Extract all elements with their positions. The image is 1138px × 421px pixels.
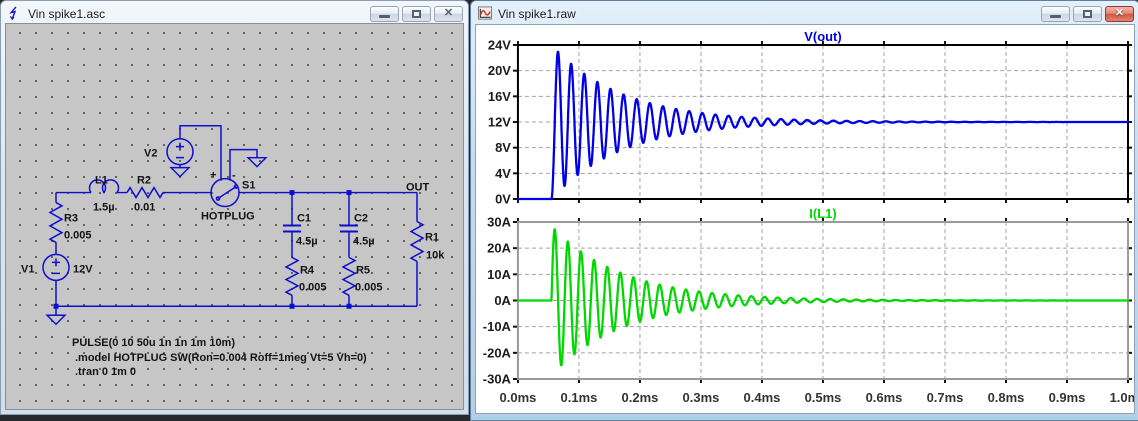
- spice-directive-tran[interactable]: .tran 0 1m 0: [75, 366, 136, 378]
- close-button[interactable]: ✕: [1105, 6, 1134, 22]
- y-tick-label: 30A: [487, 214, 511, 229]
- x-tick-label: 0.6ms: [866, 390, 903, 405]
- ltspice-schematic-icon: [7, 6, 23, 21]
- switch-minus-mark: -: [232, 170, 236, 182]
- ground-icon[interactable]: [47, 315, 65, 324]
- maximize-icon: [412, 10, 421, 18]
- x-tick-label: 1.0ms: [1110, 390, 1134, 405]
- schematic-window: Vin spike1.asc ✕: [0, 0, 469, 415]
- label-V1-ref: V1: [21, 263, 34, 275]
- y-tick-label: -10A: [483, 319, 512, 334]
- spice-directive-pulse[interactable]: PULSE(0 10 50u 1n 1n 1m 10m): [72, 337, 235, 349]
- y-tick-label: 4V: [495, 166, 511, 181]
- x-tick-label: 0.9ms: [1049, 390, 1086, 405]
- spice-directive-model[interactable]: .model HOTPLUG SW(Ron=0.004 Roff=1meg Vt…: [75, 352, 367, 364]
- y-tick-label: -30A: [483, 371, 512, 386]
- y-tick-label: 24V: [488, 37, 511, 52]
- y-tick-label: 20A: [487, 241, 511, 256]
- label-R4-val: 0.005: [299, 281, 326, 293]
- x-tick-label: 0.2ms: [622, 390, 659, 405]
- maximize-icon: [1083, 10, 1092, 18]
- y-tick-label: 12V: [488, 114, 511, 129]
- trace-label-il1[interactable]: I(L1): [809, 206, 836, 221]
- resistor-R2[interactable]: [127, 188, 163, 198]
- label-L1-val: 1.5µ: [93, 202, 115, 214]
- resistor-R1[interactable]: [411, 221, 423, 261]
- schematic-titlebar[interactable]: Vin spike1.asc ✕: [1, 1, 468, 24]
- label-R2-val: 0.01: [134, 202, 155, 214]
- x-tick-label: 0.5ms: [805, 390, 842, 405]
- y-tick-label: 8V: [495, 140, 511, 155]
- label-R3-val: 0.005: [64, 229, 91, 241]
- x-tick-label: 0.4ms: [744, 390, 781, 405]
- label-S1-ref: S1: [242, 180, 255, 192]
- x-tick-label: 0.7ms: [927, 390, 964, 405]
- net-label-out[interactable]: OUT: [406, 182, 429, 194]
- waveform-titlebar[interactable]: Vin spike1.raw ✕: [471, 1, 1138, 24]
- x-tick-label: 0.0ms: [500, 390, 537, 405]
- minimize-icon: [1050, 15, 1061, 18]
- trace-label-vout[interactable]: V(out): [804, 29, 841, 44]
- switch-S1[interactable]: [211, 179, 239, 207]
- label-C1-ref: C1: [297, 212, 311, 224]
- label-R1-ref: R1: [425, 231, 439, 243]
- label-R1-val: 10k: [426, 249, 445, 261]
- x-tick-label: 0.1ms: [561, 390, 598, 405]
- y-tick-label: 0A: [494, 293, 511, 308]
- label-C2-val: 4.5µ: [353, 235, 375, 247]
- resistor-R4[interactable]: [286, 257, 298, 295]
- x-tick-label: 0.3ms: [683, 390, 720, 405]
- close-button[interactable]: ✕: [434, 6, 463, 22]
- label-C2-ref: C2: [354, 212, 368, 224]
- waveform-window: Vin spike1.raw ✕ 24V 20V 16V 12V 8V 4V 0V V(out…: [470, 0, 1138, 421]
- capacitor-C1[interactable]: [283, 225, 301, 231]
- voltage-source-V2[interactable]: [167, 139, 193, 165]
- label-R5-ref: R5: [356, 264, 370, 276]
- maximize-button[interactable]: [402, 6, 431, 22]
- label-V1-val: 12V: [73, 263, 93, 275]
- label-S1-model: HOTPLUG: [201, 211, 255, 223]
- y-tick-label: 16V: [488, 89, 511, 104]
- waveform-plot: 24V 20V 16V 12V 8V 4V 0V V(out) 30A 20A 10A 0A -10A -…: [476, 25, 1134, 413]
- y-tick-label: 10A: [487, 267, 511, 282]
- voltage-source-V1[interactable]: [43, 254, 69, 280]
- close-icon: ✕: [444, 8, 453, 19]
- label-R5-val: 0.005: [355, 281, 382, 293]
- resistor-R3[interactable]: [50, 203, 62, 243]
- label-R4-ref: R4: [300, 264, 315, 276]
- label-V2-ref: V2: [144, 148, 157, 160]
- switch-plus-mark: +: [210, 170, 216, 182]
- resistor-R5[interactable]: [343, 257, 355, 295]
- capacitor-C2[interactable]: [340, 225, 358, 231]
- label-R3-ref: R3: [64, 212, 78, 224]
- window-title: Vin spike1.asc: [28, 7, 105, 21]
- schematic-canvas[interactable]: + - L1 1.5µ R2 0.01 R3 0.005 V1 12V V2 S…: [5, 23, 464, 410]
- y-tick-label: 20V: [488, 63, 511, 78]
- label-C1-val: 4.5µ: [296, 235, 318, 247]
- ground-icon[interactable]: [248, 158, 266, 167]
- ground-icon[interactable]: [171, 168, 189, 177]
- minimize-icon: [379, 15, 390, 18]
- close-icon: ✕: [1115, 8, 1124, 19]
- y-tick-label: -20A: [483, 345, 512, 360]
- window-title: Vin spike1.raw: [498, 7, 576, 21]
- minimize-button[interactable]: [1041, 6, 1070, 22]
- minimize-button[interactable]: [370, 6, 399, 22]
- label-R2-ref: R2: [137, 175, 151, 187]
- plot-area[interactable]: 24V 20V 16V 12V 8V 4V 0V V(out) 30A 20A 10A 0A -10A -…: [475, 24, 1135, 414]
- y-tick-label: 0V: [495, 191, 511, 206]
- maximize-button[interactable]: [1073, 6, 1102, 22]
- waveform-icon: [477, 6, 493, 21]
- label-L1-ref: L1: [95, 175, 108, 187]
- x-tick-label: 0.8ms: [988, 390, 1025, 405]
- schematic-drawing: + - L1 1.5µ R2 0.01 R3 0.005 V1 12V V2 S…: [6, 24, 463, 409]
